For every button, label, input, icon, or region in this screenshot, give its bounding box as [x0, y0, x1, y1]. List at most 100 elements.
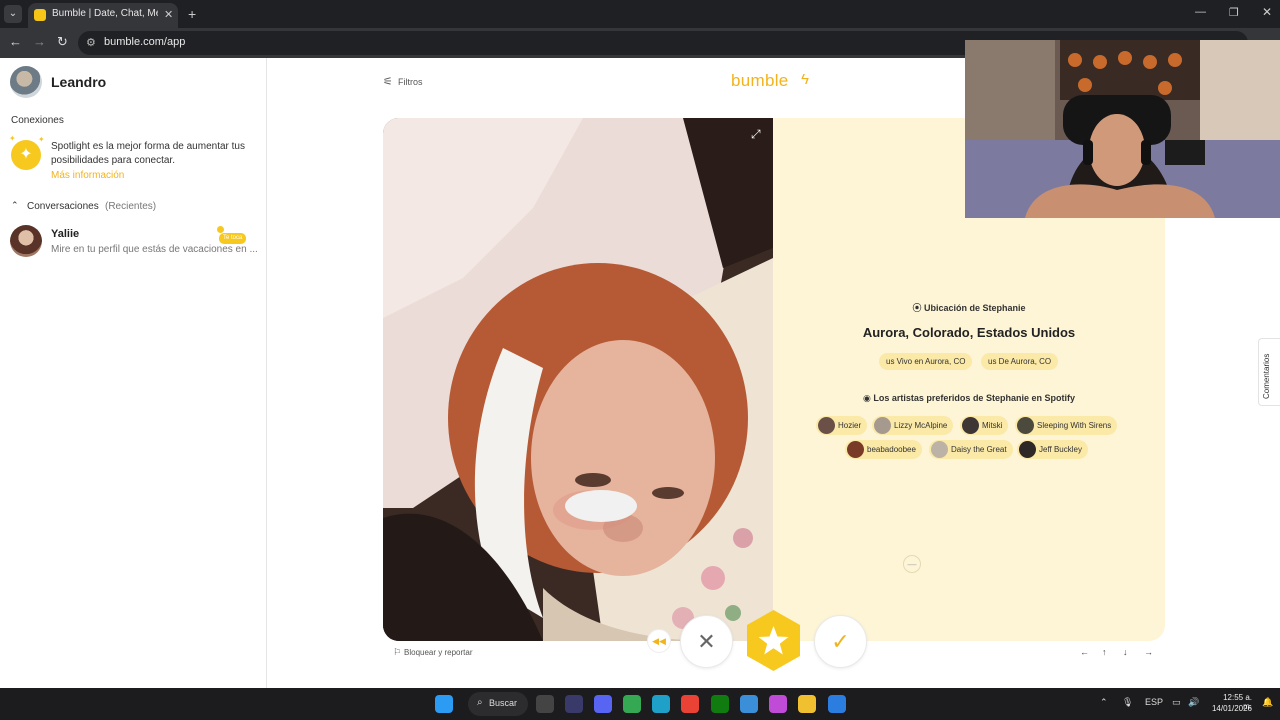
volume-icon[interactable]: 🔊 [1188, 697, 1199, 708]
discord-icon[interactable] [594, 695, 612, 713]
artist-image [1017, 417, 1034, 434]
unread-dot [217, 226, 224, 233]
tab-close-icon[interactable]: ✕ [164, 8, 173, 21]
location-chip-lives: us Vivo en Aurora, CO [879, 353, 973, 370]
window-close-button[interactable]: ✕ [1262, 5, 1272, 19]
your-move-badge: Te toca [219, 233, 247, 244]
window-minimize-button[interactable]: — [1195, 6, 1206, 18]
pass-button[interactable]: ✕ [680, 615, 733, 668]
superswipe-button[interactable] [742, 609, 805, 672]
filter-icon[interactable]: ⚟ [383, 75, 393, 88]
artist-chip[interactable]: Mitski [960, 416, 1009, 435]
copilot-icon[interactable] [769, 695, 787, 713]
location-header-text: Ubicación de Stephanie [923, 303, 1026, 313]
artist-chip[interactable]: Sleeping With Sirens [1015, 416, 1118, 435]
sparkle-icon: ✦ [38, 135, 45, 144]
chrome-icon[interactable] [623, 695, 641, 713]
artist-image [847, 441, 864, 458]
forward-button[interactable]: → [33, 34, 46, 49]
sidebar: Leandro Conexiones ✦ ✦ ✦ Spotlight es la… [0, 58, 267, 688]
collapse-button[interactable]: — [903, 555, 921, 573]
taskbar: ⌕ Buscar ⌃ 🎙 ESP ▭ 🔊 12:55 a. m. 14/01/2… [0, 688, 1280, 720]
browser-tab-bar: ⌄ Bumble | Date, Chat, Meet New ✕ + — ❐ … [0, 0, 1280, 28]
webcam-overlay [965, 40, 1280, 218]
user-avatar[interactable] [10, 66, 42, 98]
taskbar-search-label: Buscar [489, 698, 518, 708]
spotify-header-text: Los artistas preferidos de Stephanie en … [873, 393, 1075, 403]
clock-date[interactable]: 14/01/2026 [1200, 704, 1252, 713]
conversations-title[interactable]: Conversaciones [27, 201, 99, 212]
spotlight-icon[interactable]: ✦ [11, 140, 41, 170]
window-maximize-button[interactable]: ❐ [1229, 6, 1239, 19]
bumble-favicon-icon [34, 9, 46, 21]
browser-tab[interactable]: Bumble | Date, Chat, Meet New ✕ [28, 3, 178, 28]
expand-icon[interactable]: ⤢ [751, 127, 761, 142]
spotify-header: ◉ Los artistas preferidos de Stephanie e… [773, 393, 1165, 404]
shortcut-up-key: ↑ [1102, 647, 1107, 657]
notifications-icon[interactable]: 🔔 [1262, 697, 1273, 708]
rewind-button[interactable]: ◀◀ [647, 629, 671, 653]
artist-chip[interactable]: Jeff Buckley [1017, 440, 1088, 459]
taskbar-search[interactable]: ⌕ Buscar [468, 692, 528, 716]
conversation-name[interactable]: Yaliie [51, 228, 79, 240]
new-tab-button[interactable]: + [188, 6, 196, 22]
app-icon[interactable] [536, 695, 554, 713]
artist-chip[interactable]: Daisy the Great [929, 440, 1013, 459]
artist-image [962, 417, 979, 434]
reload-button[interactable]: ↻ [57, 34, 68, 50]
username[interactable]: Leandro [51, 74, 106, 90]
url-text[interactable]: bumble.com/app [104, 36, 185, 48]
artist-name: Lizzy McAlpine [894, 421, 948, 430]
artist-chip[interactable]: beabadoobee [845, 440, 922, 459]
back-button[interactable]: ← [9, 34, 22, 49]
conversation-preview[interactable]: Mire en tu perfil que estás de vacacione… [51, 244, 259, 255]
spotlight-more-info-link[interactable]: Más información [51, 170, 124, 181]
artist-name: Jeff Buckley [1039, 445, 1082, 454]
photos-icon[interactable] [740, 695, 758, 713]
feedback-tab[interactable]: Comentarios [1258, 338, 1280, 406]
block-report-link[interactable]: Bloquear y reportar [404, 648, 472, 657]
microphone-icon[interactable]: 🎙 [1122, 697, 1133, 708]
superswipe-star-icon [747, 610, 800, 671]
artist-name: Daisy the Great [951, 445, 1007, 454]
tab-title: Bumble | Date, Chat, Meet New [52, 8, 158, 19]
connections-title: Conexiones [11, 115, 64, 126]
language-indicator[interactable]: ESP [1145, 697, 1163, 707]
artist-name: Sleeping With Sirens [1037, 421, 1112, 430]
artist-image [931, 441, 948, 458]
tray-chevron-icon[interactable]: ⌃ [1100, 697, 1108, 708]
artist-chip[interactable]: Lizzy McAlpine [872, 416, 954, 435]
file-explorer-icon[interactable] [798, 695, 816, 713]
bumble-logo: bumble [731, 71, 789, 90]
shortcut-down-key: ↓ [1123, 647, 1128, 657]
bumble-bolt-icon: ϟ [801, 71, 809, 88]
filter-button-label[interactable]: Filtros [398, 77, 423, 87]
network-icon[interactable]: ▭ [1172, 697, 1181, 708]
artist-image [1019, 441, 1036, 458]
like-button[interactable]: ✓ [814, 615, 867, 668]
profile-photo[interactable] [383, 118, 773, 641]
app-icon[interactable] [828, 695, 846, 713]
artist-name: Hozier [838, 421, 862, 430]
feedback-label: Comentarios [1262, 353, 1271, 399]
shortcut-left-key: ← [1080, 647, 1089, 657]
site-info-icon[interactable]: ⚙ [86, 36, 96, 49]
artist-chip[interactable]: Hozier [816, 416, 868, 435]
artist-name: Mitski [982, 421, 1003, 430]
location-city: Aurora, Colorado, Estados Unidos [862, 325, 1076, 340]
artist-image [874, 417, 891, 434]
chevron-up-icon[interactable]: ⌃ [11, 200, 19, 211]
chrome-icon[interactable] [681, 695, 699, 713]
edge-icon[interactable] [652, 695, 670, 713]
location-chip-from: us De Aurora, CO [981, 353, 1059, 370]
search-icon: ⌕ [477, 697, 483, 708]
shortcut-right-key: → [1144, 647, 1153, 657]
tab-search-button[interactable]: ⌄ [4, 5, 22, 23]
spotify-icon: ◉ [863, 393, 874, 403]
app-icon[interactable] [565, 695, 583, 713]
windows-start-icon[interactable] [435, 695, 453, 713]
xbox-icon[interactable] [711, 695, 729, 713]
conversation-avatar[interactable] [10, 225, 42, 257]
spotlight-text: Spotlight es la mejor forma de aumentar … [51, 141, 245, 166]
flag-icon[interactable]: ⚐ [393, 647, 401, 658]
